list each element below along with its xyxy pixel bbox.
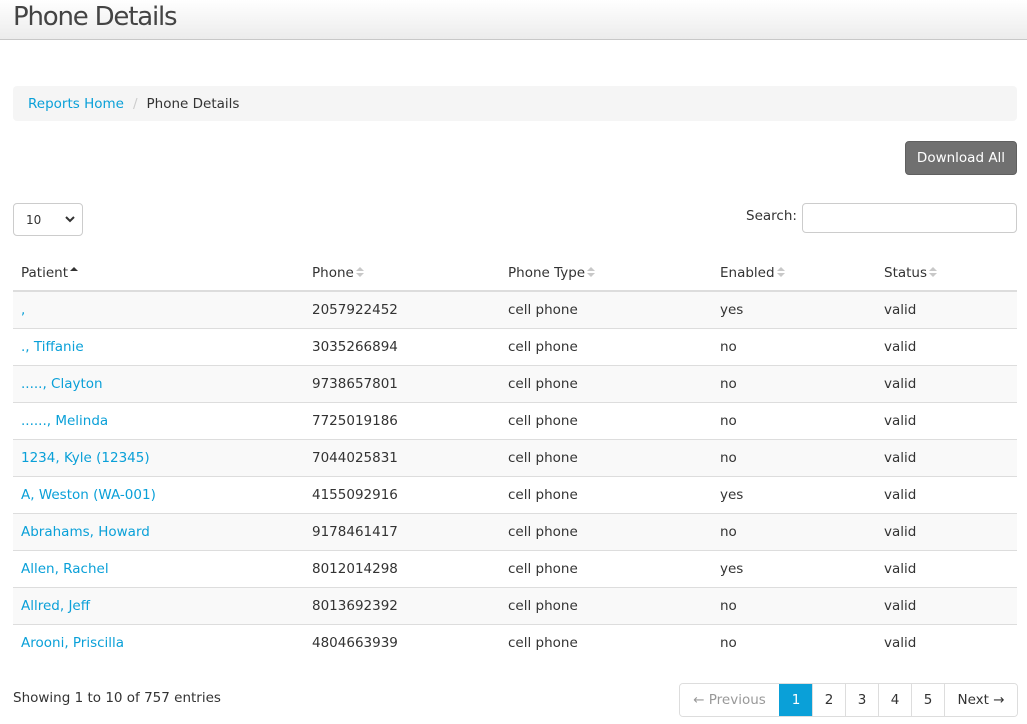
search-label: Search: <box>746 208 797 224</box>
status-cell: valid <box>876 327 1017 365</box>
table-row: Abrahams, Howard 9178461417 cell phone no va… <box>13 512 1017 550</box>
patient-link[interactable]: Arooni, Priscilla <box>21 635 124 651</box>
breadcrumb-separator: / <box>132 95 138 112</box>
patient-link[interactable]: ., Tiffanie <box>21 339 84 355</box>
sort-ascending-icon <box>70 266 79 271</box>
phone-type-cell: cell phone <box>500 586 712 624</box>
phone-cell: 3035266894 <box>304 327 500 365</box>
pagination-page-5[interactable]: 5 <box>911 684 944 716</box>
status-cell: valid <box>876 512 1017 550</box>
table-row: 1234, Kyle (12345) 7044025831 cell phone no… <box>13 438 1017 476</box>
enabled-cell: no <box>712 401 876 439</box>
status-cell: valid <box>876 438 1017 476</box>
chevron-down-icon <box>65 216 75 223</box>
pagination-page-4[interactable]: 4 <box>878 684 911 716</box>
pagination-page-1[interactable]: 1 <box>779 684 812 716</box>
breadcrumb-current: Phone Details <box>146 95 240 112</box>
phone-type-cell: cell phone <box>500 327 712 365</box>
enabled-cell: yes <box>712 549 876 587</box>
patient-link[interactable]: ....., Clayton <box>21 376 103 392</box>
phone-cell: 9738657801 <box>304 364 500 402</box>
table-row: ., Tiffanie 3035266894 cell phone no valid <box>13 327 1017 365</box>
pagination-page-3[interactable]: 3 <box>845 684 878 716</box>
phone-cell: 2057922452 <box>304 291 500 328</box>
status-cell: valid <box>876 475 1017 513</box>
phone-cell: 7725019186 <box>304 401 500 439</box>
enabled-cell: no <box>712 586 876 624</box>
patient-link[interactable]: 1234, Kyle (12345) <box>21 450 150 466</box>
page-length-value: 10 <box>26 212 42 227</box>
table-row: Allen, Rachel 8012014298 cell phone yes vali… <box>13 549 1017 587</box>
phone-type-cell: cell phone <box>500 512 712 550</box>
column-label: Patient <box>21 264 69 281</box>
status-cell: valid <box>876 586 1017 624</box>
page-length-select[interactable]: 10 <box>13 203 83 236</box>
patient-link[interactable]: Abrahams, Howard <box>21 524 150 540</box>
phone-type-cell: cell phone <box>500 364 712 402</box>
phone-cell: 8012014298 <box>304 549 500 587</box>
status-cell: valid <box>876 549 1017 587</box>
breadcrumb: Reports Home / Phone Details <box>13 86 1017 121</box>
column-label: Phone <box>312 264 354 281</box>
table-row: Allred, Jeff 8013692392 cell phone no valid <box>13 586 1017 624</box>
sort-both-icon <box>355 266 364 277</box>
pagination-next-button[interactable]: Next → <box>944 684 1017 716</box>
pagination-previous-button[interactable]: ← Previous <box>680 684 779 716</box>
table-header-row: Patient Phone Phone Type Enabled Status <box>13 255 1017 292</box>
phone-cell: 8013692392 <box>304 586 500 624</box>
column-label: Status <box>884 264 928 281</box>
phone-type-cell: cell phone <box>500 475 712 513</box>
patient-link[interactable]: A, Weston (WA-001) <box>21 487 156 503</box>
column-header-patient[interactable]: Patient <box>13 255 304 292</box>
status-cell: valid <box>876 401 1017 439</box>
phone-details-table: Patient Phone Phone Type Enabled Status … <box>13 255 1017 661</box>
enabled-cell: yes <box>712 291 876 328</box>
phone-cell: 4155092916 <box>304 475 500 513</box>
table-row: Arooni, Priscilla 4804663939 cell phone no v… <box>13 623 1017 661</box>
patient-link[interactable]: Allred, Jeff <box>21 598 90 614</box>
status-cell: valid <box>876 291 1017 328</box>
column-header-phone-type[interactable]: Phone Type <box>500 255 712 292</box>
enabled-cell: no <box>712 438 876 476</box>
column-header-phone[interactable]: Phone <box>304 255 500 292</box>
column-label: Phone Type <box>508 264 586 281</box>
page-header: Phone Details <box>0 0 1027 40</box>
table-row: ....., Clayton 9738657801 cell phone no vali… <box>13 364 1017 402</box>
breadcrumb-reports-home-link[interactable]: Reports Home <box>28 96 124 112</box>
phone-cell: 9178461417 <box>304 512 500 550</box>
phone-type-cell: cell phone <box>500 623 712 661</box>
download-all-button[interactable]: Download All <box>905 141 1017 175</box>
column-header-status[interactable]: Status <box>876 255 1017 292</box>
pagination: ← Previous 1 2 3 4 5 Next → <box>679 683 1018 717</box>
sort-both-icon <box>776 266 785 277</box>
search-input[interactable] <box>802 203 1017 233</box>
enabled-cell: yes <box>712 475 876 513</box>
phone-type-cell: cell phone <box>500 291 712 328</box>
status-cell: valid <box>876 623 1017 661</box>
phone-type-cell: cell phone <box>500 549 712 587</box>
sort-both-icon <box>587 266 596 277</box>
table-row: A, Weston (WA-001) 4155092916 cell phone ye… <box>13 475 1017 513</box>
table-info: Showing 1 to 10 of 757 entries <box>13 690 221 706</box>
enabled-cell: no <box>712 327 876 365</box>
enabled-cell: no <box>712 512 876 550</box>
column-label: Enabled <box>720 264 775 281</box>
page-title: Phone Details <box>13 2 178 32</box>
table-row: ......, Melinda 7725019186 cell phone no val… <box>13 401 1017 439</box>
table-row: , 2057922452 cell phone yes valid <box>13 291 1017 328</box>
pagination-page-2[interactable]: 2 <box>812 684 845 716</box>
phone-type-cell: cell phone <box>500 438 712 476</box>
column-header-enabled[interactable]: Enabled <box>712 255 876 292</box>
phone-type-cell: cell phone <box>500 401 712 439</box>
phone-cell: 7044025831 <box>304 438 500 476</box>
patient-link[interactable]: ......, Melinda <box>21 413 108 429</box>
patient-link[interactable]: , <box>21 302 25 318</box>
phone-cell: 4804663939 <box>304 623 500 661</box>
enabled-cell: no <box>712 623 876 661</box>
enabled-cell: no <box>712 364 876 402</box>
patient-link[interactable]: Allen, Rachel <box>21 561 109 577</box>
sort-both-icon <box>929 266 938 277</box>
status-cell: valid <box>876 364 1017 402</box>
